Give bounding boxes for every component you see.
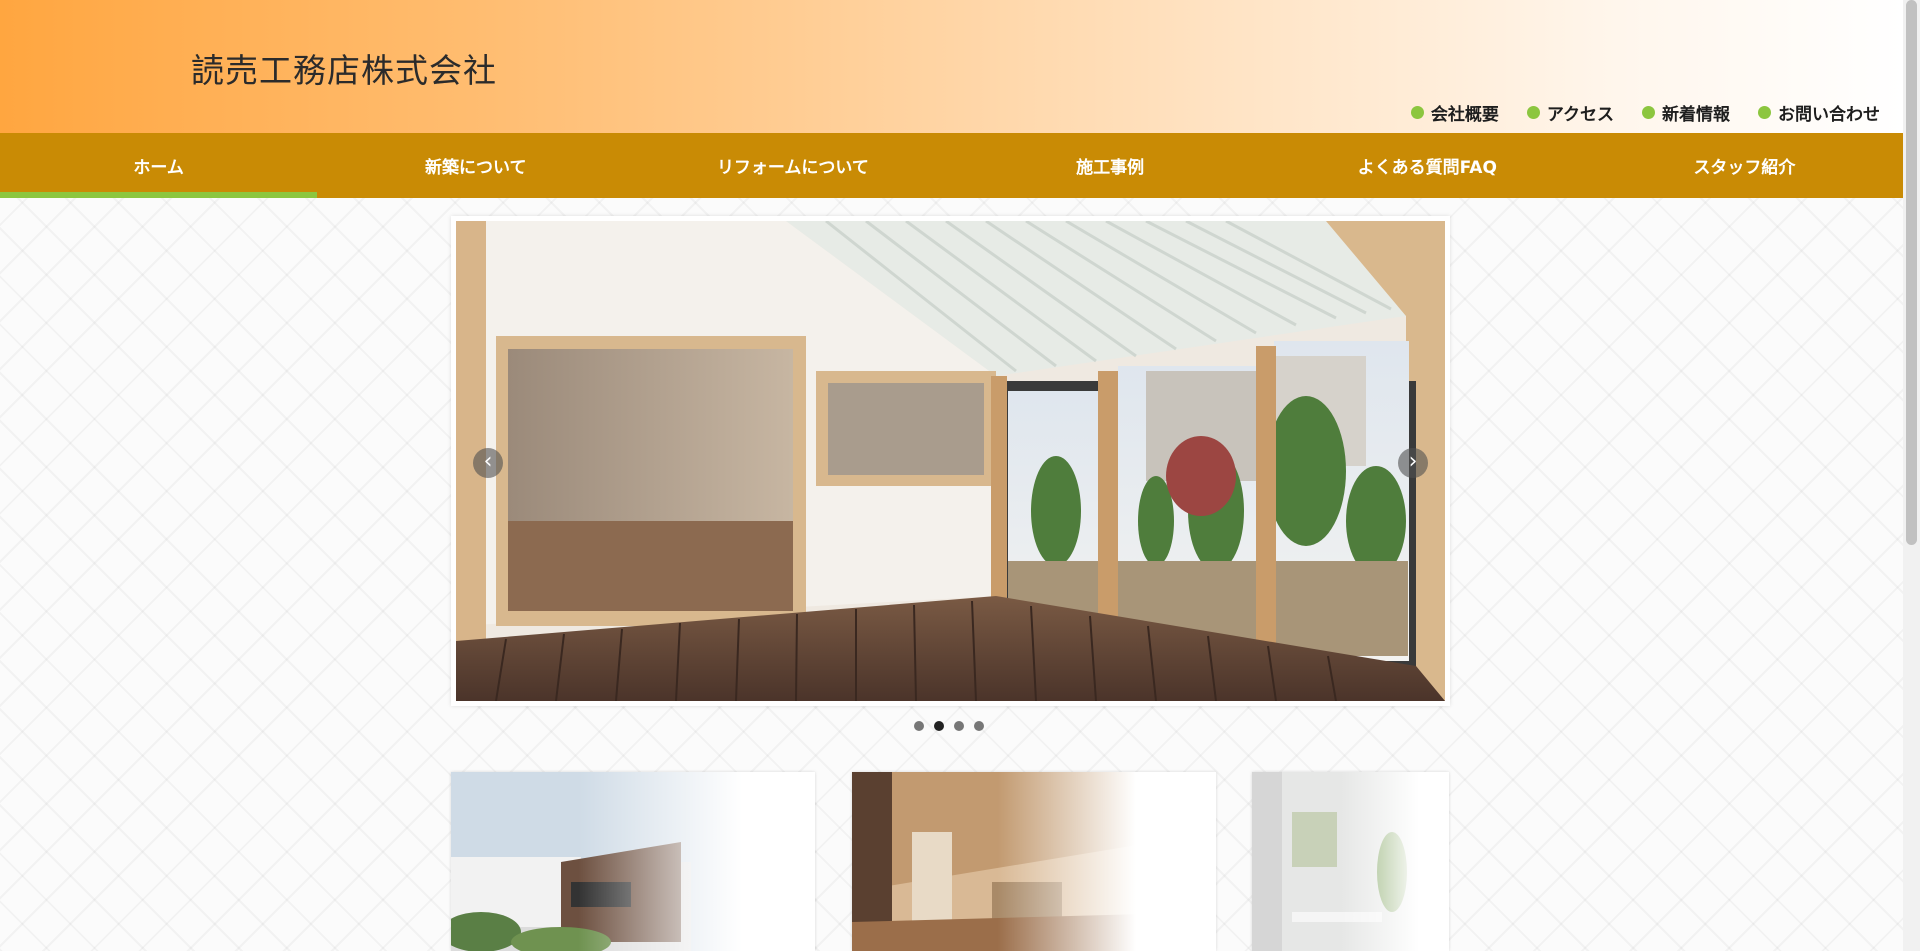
bullet-dot-icon bbox=[1758, 106, 1771, 119]
sunroom-photo bbox=[456, 221, 1445, 701]
slider-dot[interactable] bbox=[914, 721, 924, 731]
scrollbar-thumb[interactable] bbox=[1906, 0, 1917, 545]
page-scrollbar[interactable] bbox=[1903, 0, 1920, 951]
nav-item-works[interactable]: 施工事例 bbox=[952, 133, 1269, 198]
nav-item-faq[interactable]: よくある質問FAQ bbox=[1269, 133, 1586, 198]
util-link-contact[interactable]: お問い合わせ bbox=[1758, 100, 1880, 125]
slider-dot[interactable] bbox=[974, 721, 984, 731]
feature-card-new-build[interactable] bbox=[451, 772, 815, 951]
hero-slider: ‹ › bbox=[451, 216, 1450, 706]
site-logo[interactable]: 読売工務店株式会社 bbox=[191, 44, 497, 92]
feature-card-works[interactable] bbox=[1252, 772, 1449, 951]
bullet-dot-icon bbox=[1526, 106, 1540, 119]
nav-item-home[interactable]: ホーム bbox=[0, 133, 318, 198]
nav-item-staff[interactable]: スタッフ紹介 bbox=[1586, 133, 1903, 198]
util-link-news[interactable]: 新着情報 bbox=[1642, 100, 1730, 125]
slider-pagination bbox=[914, 721, 984, 731]
card-photo-wood-interior bbox=[852, 772, 1216, 951]
site-header: 読売工務店株式会社 会社概要 アクセス 新着情報 お問い合わせ bbox=[0, 0, 1903, 133]
main-nav: ホーム 新築について リフォームについて 施工事例 よくある質問FAQ スタッフ… bbox=[0, 133, 1903, 198]
slider-next-button[interactable]: › bbox=[1398, 448, 1428, 478]
feature-card-reform[interactable] bbox=[852, 772, 1216, 951]
util-link-label: お問い合わせ bbox=[1778, 105, 1880, 125]
bullet-dot-icon bbox=[1642, 106, 1655, 119]
slider-prev-button[interactable]: ‹ bbox=[473, 448, 503, 478]
util-link-access[interactable]: アクセス bbox=[1526, 100, 1614, 125]
util-link-label: アクセス bbox=[1546, 105, 1614, 125]
nav-item-new-build[interactable]: 新築について bbox=[317, 133, 634, 198]
util-link-company[interactable]: 会社概要 bbox=[1410, 100, 1499, 125]
utility-nav: 会社概要 アクセス 新着情報 お問い合わせ bbox=[1410, 100, 1880, 125]
slider-dot[interactable] bbox=[954, 721, 964, 731]
nav-item-reform[interactable]: リフォームについて bbox=[634, 133, 951, 198]
card-photo-office-room bbox=[1252, 772, 1449, 951]
slider-dot-active[interactable] bbox=[934, 721, 944, 731]
bullet-dot-icon bbox=[1410, 106, 1424, 119]
page: 読売工務店株式会社 会社概要 アクセス 新着情報 お問い合わせ ホーム 新築につ… bbox=[0, 0, 1903, 951]
util-link-label: 会社概要 bbox=[1430, 105, 1499, 125]
util-link-label: 新着情報 bbox=[1662, 105, 1730, 125]
slide-image-sunroom: ‹ › bbox=[456, 221, 1445, 701]
card-photo-modern-house bbox=[451, 772, 815, 951]
